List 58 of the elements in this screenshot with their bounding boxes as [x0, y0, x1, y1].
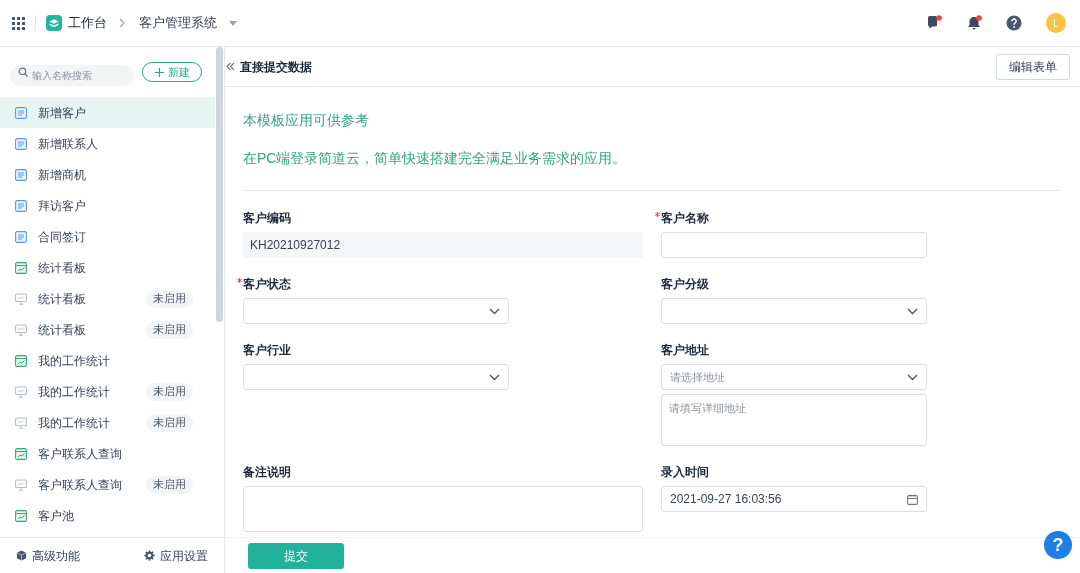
- field-label: 客户编码: [243, 210, 291, 227]
- status-badge: 未启用: [146, 382, 193, 401]
- readonly-field: KH20210927012: [243, 232, 643, 258]
- sidebar-item[interactable]: 合同签订: [0, 221, 215, 252]
- select-field[interactable]: [243, 364, 509, 390]
- page-title: 直接提交数据: [240, 58, 312, 76]
- sidebar-item[interactable]: 我的工作统计: [0, 345, 215, 376]
- intro-text: 本模板应用可供参考: [243, 111, 369, 130]
- settings-icon: [144, 550, 155, 561]
- help-icon[interactable]: [1006, 15, 1022, 31]
- workspace-link[interactable]: 工作台: [68, 13, 107, 33]
- field-label: 录入时间: [661, 464, 709, 481]
- chevron-right-icon: [119, 18, 125, 28]
- field-label: 客户名称: [661, 210, 709, 227]
- sidebar-item[interactable]: 新增商机: [0, 159, 215, 190]
- plus-icon: [154, 67, 164, 77]
- app-name[interactable]: 客户管理系统: [139, 13, 217, 33]
- status-badge: 未启用: [146, 475, 193, 494]
- app-logo-icon[interactable]: [46, 15, 62, 31]
- bell-icon[interactable]: [966, 15, 982, 31]
- select-field[interactable]: [661, 298, 927, 324]
- status-badge: 未启用: [146, 413, 193, 432]
- field-label: 客户状态: [243, 276, 291, 293]
- chevron-down-icon: [907, 307, 918, 315]
- apps-grid-icon[interactable]: [12, 16, 25, 30]
- intro-text: 在PC端登录简道云，简单快速搭建完全满足业务需求的应用。: [243, 149, 627, 168]
- search-icon: [18, 67, 28, 77]
- field-label: 客户分级: [661, 276, 709, 293]
- sidebar-item[interactable]: 客户联系人查询: [0, 438, 215, 469]
- datetime-field[interactable]: 2021-09-27 16:03:56: [661, 486, 927, 512]
- sidebar-item[interactable]: 客户池: [0, 500, 215, 531]
- field-label: 客户地址: [661, 342, 709, 359]
- chevron-down-icon: [489, 307, 500, 315]
- select-field[interactable]: [243, 298, 509, 324]
- textarea-field[interactable]: 请填写详细地址: [661, 394, 927, 446]
- cube-icon: [16, 550, 27, 561]
- sidebar-item[interactable]: 统计看板: [0, 252, 215, 283]
- advanced-features-button[interactable]: 高级功能: [16, 546, 80, 565]
- textarea-field[interactable]: [243, 486, 643, 532]
- search-field[interactable]: 输入名称搜索: [10, 64, 134, 86]
- status-badge: 未启用: [146, 320, 193, 339]
- sidebar-item[interactable]: 新增联系人: [0, 128, 215, 159]
- scrollbar-thumb[interactable]: [216, 47, 223, 322]
- collapse-icon[interactable]: [226, 62, 235, 71]
- text-input-field[interactable]: [661, 232, 927, 258]
- caret-down-icon[interactable]: [229, 20, 237, 26]
- edit-form-button[interactable]: 编辑表单: [996, 53, 1070, 80]
- field-label: 备注说明: [243, 464, 291, 481]
- chevron-down-icon: [907, 373, 918, 381]
- status-badge: 未启用: [146, 289, 193, 308]
- calendar-icon: [907, 493, 918, 505]
- message-icon[interactable]: [926, 15, 942, 31]
- chevron-down-icon: [489, 373, 500, 381]
- field-label: 客户行业: [243, 342, 291, 359]
- sidebar-item[interactable]: 拜访客户: [0, 190, 215, 221]
- app-settings-button[interactable]: 应用设置: [144, 546, 208, 565]
- help-button[interactable]: ?: [1044, 531, 1072, 559]
- sidebar-item[interactable]: 新增客户: [0, 97, 215, 128]
